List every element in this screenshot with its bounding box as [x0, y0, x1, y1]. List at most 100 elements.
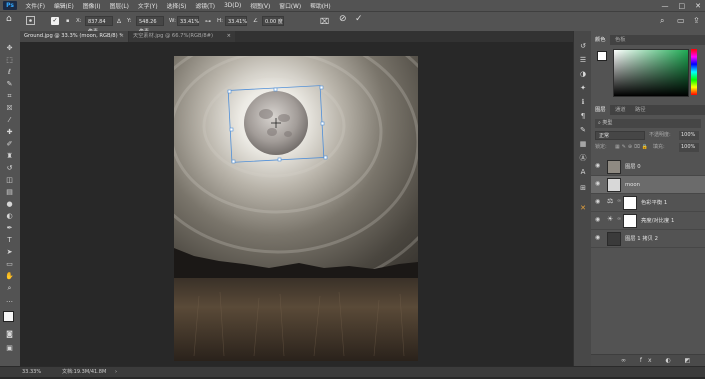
healing-brush-icon[interactable]: ✚ [3, 127, 16, 137]
dodge-tool-icon[interactable]: ◐ [3, 211, 16, 221]
path-select-icon[interactable]: ➤ [3, 247, 16, 257]
width-field[interactable]: 33.41% [177, 16, 199, 26]
color-field[interactable] [613, 49, 689, 97]
search-icon[interactable]: ⌕ [660, 15, 664, 26]
tab-sky-material[interactable]: 天空素材.jpg @ 66.7%(RGB/8#) × [129, 31, 235, 42]
brush-settings-icon[interactable]: ✎ [577, 125, 589, 136]
share-icon[interactable]: ⇪ [693, 15, 700, 26]
blend-mode-select[interactable]: 正常 [595, 131, 645, 140]
info-icon[interactable]: ℹ [577, 97, 589, 108]
layer-filter-bar[interactable]: ⌕ 类型 [595, 119, 701, 128]
layer-row-copy-2[interactable]: ◉ 图层 1 拷贝 2 [591, 230, 705, 248]
menu-view[interactable]: 视图(V) [246, 1, 275, 10]
x-field[interactable]: 837.84 像素 [85, 16, 113, 35]
blur-tool-icon[interactable]: ● [3, 199, 16, 209]
menu-edit[interactable]: 编辑(E) [49, 1, 78, 10]
visibility-eye-icon[interactable]: ◉ [595, 234, 603, 242]
pen-tool-icon[interactable]: ✒ [3, 223, 16, 233]
menu-select[interactable]: 选择(S) [162, 1, 191, 10]
delta-icon[interactable]: ∆ [117, 16, 121, 27]
tab-swatches[interactable]: 色板 [611, 35, 630, 45]
close-icon[interactable]: × [227, 31, 231, 42]
lock-icons[interactable]: ▦✎⊕⌧🔒 [615, 143, 650, 152]
layer-name[interactable]: 色彩平衡 1 [641, 194, 667, 212]
layer-name[interactable]: 亮度/对比度 1 [641, 212, 674, 230]
screen-mode-icon[interactable]: ▣ [3, 343, 16, 353]
brush-tool-icon[interactable]: ✐ [3, 139, 16, 149]
menu-filter[interactable]: 滤镜(T) [191, 1, 220, 10]
menu-layer[interactable]: 图层(L) [105, 1, 133, 10]
layer-row-0[interactable]: ◉ 图层 0 [591, 158, 705, 176]
character-icon[interactable]: A [577, 167, 589, 178]
workspace-icon[interactable]: ▭ [677, 15, 685, 26]
menu-file[interactable]: 文件(F) [21, 1, 49, 10]
eyedropper-tool-icon[interactable]: ⁄ [3, 115, 16, 125]
minimize-button[interactable]: — [662, 2, 669, 10]
commit-transform-icon[interactable]: ✓ [355, 14, 363, 25]
height-field[interactable]: 33.41% [225, 16, 247, 26]
maximize-button[interactable]: □ [679, 2, 686, 10]
navigator-icon[interactable]: ⊞ [577, 183, 589, 194]
fill-field[interactable]: 100% [679, 143, 699, 152]
marquee-tool-icon[interactable]: ⬚ [3, 55, 16, 65]
layer-row-moon[interactable]: ◉ moon [591, 176, 705, 194]
tab-color[interactable]: 颜色 [591, 35, 610, 45]
history-brush-icon[interactable]: ↺ [3, 163, 16, 173]
menu-image[interactable]: 图像(I) [78, 1, 105, 10]
warp-icon[interactable]: ⌧ [320, 16, 329, 27]
zoom-tool-icon[interactable]: ⌕ [3, 283, 16, 293]
visibility-eye-icon[interactable]: ◉ [595, 216, 603, 224]
reference-grid-icon[interactable]: ▪ [66, 16, 69, 27]
home-icon[interactable]: ⌂ [6, 14, 12, 25]
close-icon[interactable]: × [120, 31, 124, 42]
adjustments-icon[interactable]: ◑ [577, 69, 589, 80]
reference-point-icon[interactable] [26, 16, 35, 27]
gradient-tool-icon[interactable]: ▤ [3, 187, 16, 197]
type-tool-icon[interactable]: T [3, 235, 16, 245]
more-tools-icon[interactable]: … [3, 295, 16, 305]
close-window-button[interactable]: ✕ [695, 2, 701, 10]
y-field[interactable]: 548.26 像素 [136, 16, 164, 35]
eraser-tool-icon[interactable]: ◫ [3, 175, 16, 185]
styles-icon[interactable]: ✦ [577, 83, 589, 94]
tab-paths[interactable]: 路径 [631, 105, 650, 115]
paragraph-icon[interactable]: ¶ [577, 111, 589, 122]
layer-row-brightness-contrast[interactable]: ◉ ☀ ∞ 亮度/对比度 1 [591, 212, 705, 230]
menu-window[interactable]: 窗口(W) [275, 1, 306, 10]
layer-name[interactable]: moon [625, 176, 640, 194]
opacity-field[interactable]: 100% [679, 131, 699, 140]
frame-tool-icon[interactable]: ☒ [3, 103, 16, 113]
layer-name[interactable]: 图层 0 [625, 158, 641, 176]
shape-tool-icon[interactable]: ▭ [3, 259, 16, 269]
tab-channels[interactable]: 通道 [611, 105, 630, 115]
quick-mask-icon[interactable]: ◙ [3, 329, 16, 339]
hue-slider[interactable] [691, 49, 697, 95]
tab-ground[interactable]: Ground.jpg @ 33.3% (moon, RGB/8) * × [20, 31, 128, 42]
menu-3d[interactable]: 3D(D) [220, 3, 246, 9]
hand-tool-icon[interactable]: ✋ [3, 271, 16, 281]
visibility-eye-icon[interactable]: ◉ [595, 198, 603, 206]
tools-x-icon[interactable]: ✕ [577, 203, 589, 214]
crop-tool-icon[interactable]: ⌗ [3, 91, 16, 101]
foreground-color-chip[interactable] [597, 51, 607, 61]
move-tool-icon[interactable]: ✥ [3, 43, 16, 53]
layer-name[interactable]: 图层 1 拷贝 2 [625, 230, 658, 248]
menu-help[interactable]: 帮助(H) [306, 1, 335, 10]
reference-point-checkbox[interactable]: ✓ [51, 17, 59, 25]
glyphs-icon[interactable]: Ⓐ [577, 153, 589, 164]
lasso-tool-icon[interactable]: ℓ [3, 67, 16, 77]
history-icon[interactable]: ↺ [577, 41, 589, 52]
layer-row-color-balance[interactable]: ◉ ⚖ ∞ 色彩平衡 1 [591, 194, 705, 212]
properties-icon[interactable]: ☰ [577, 55, 589, 66]
cancel-transform-icon[interactable]: ⊘ [339, 14, 347, 25]
layers-footer-icons[interactable]: ∞ fx ◐ ◩ ▭ ⊞ 🗑 [591, 354, 705, 376]
tab-layers[interactable]: 图层 [591, 105, 610, 115]
clone-stamp-icon[interactable]: ♜ [3, 151, 16, 161]
libraries-icon[interactable]: ▦ [577, 139, 589, 150]
link-icon[interactable]: ⊶ [205, 16, 211, 27]
foreground-color-swatch[interactable] [3, 311, 14, 322]
angle-field[interactable]: 0.00 度 [262, 16, 284, 26]
document-canvas[interactable] [174, 56, 418, 361]
visibility-eye-icon[interactable]: ◉ [595, 180, 603, 188]
quick-select-tool-icon[interactable]: ✎ [3, 79, 16, 89]
